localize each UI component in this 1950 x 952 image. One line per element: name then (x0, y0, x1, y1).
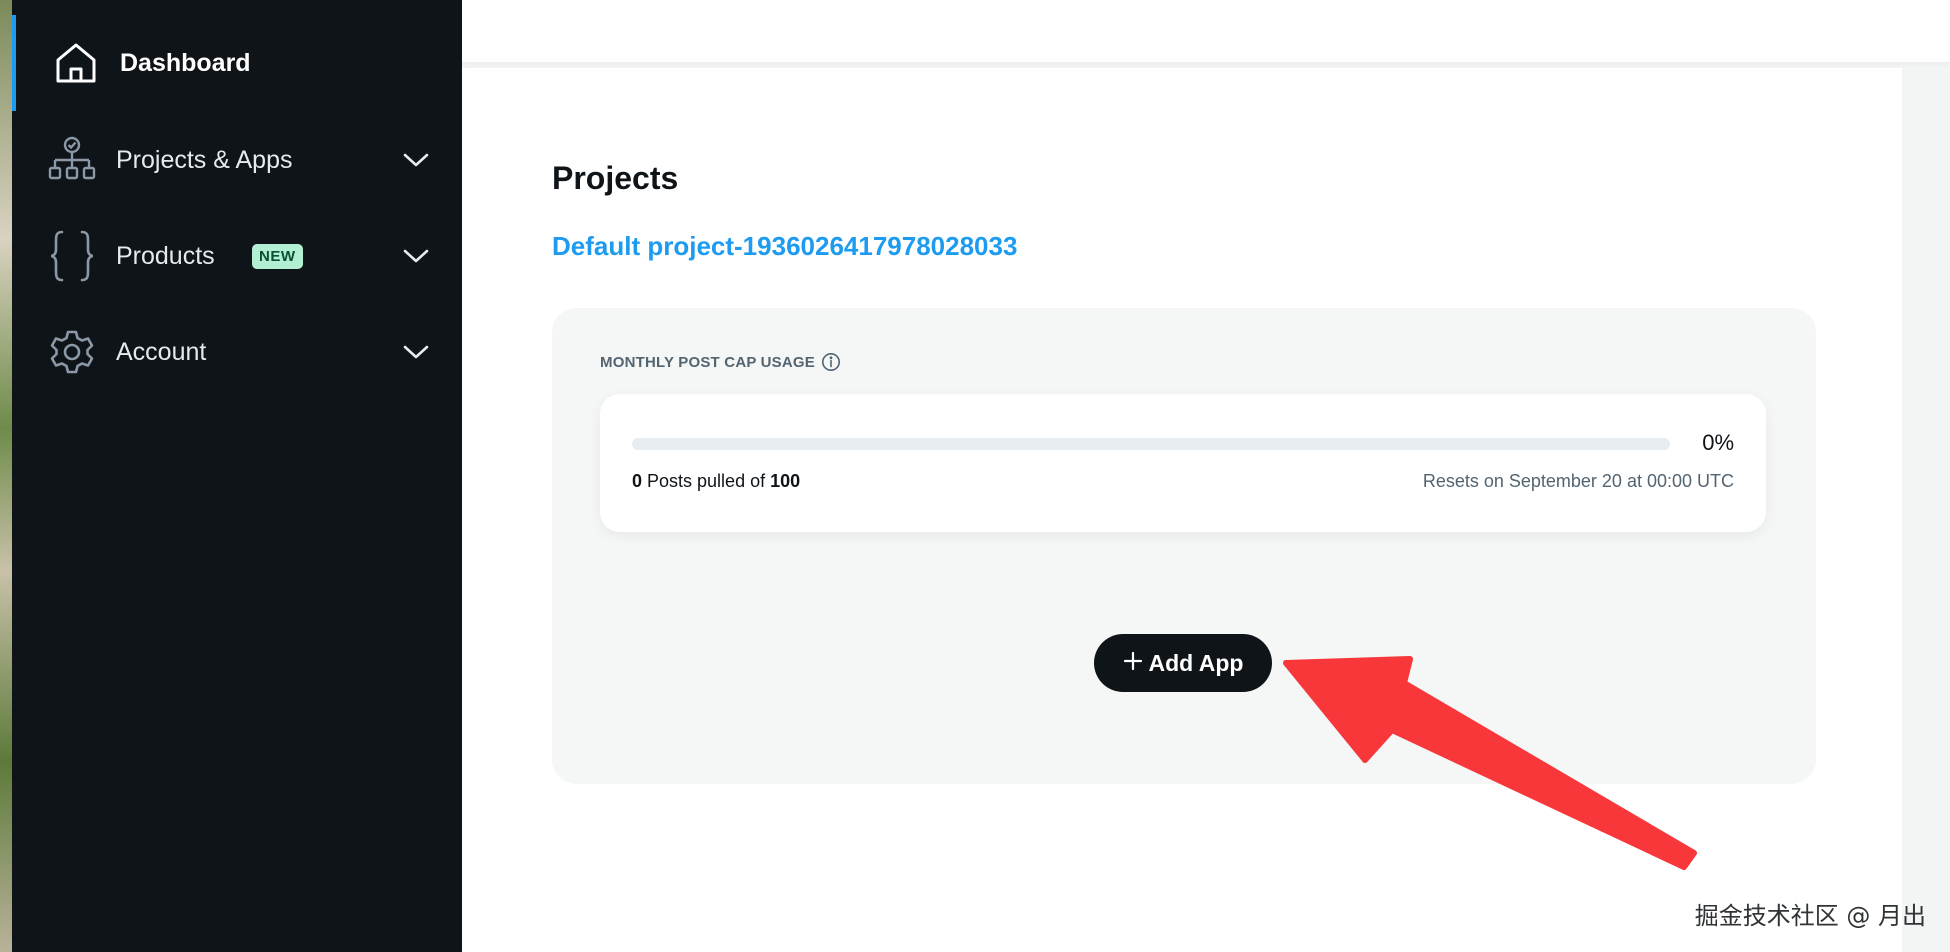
add-app-label: Add App (1148, 649, 1244, 676)
top-bar (462, 0, 1950, 62)
chevron-down-icon[interactable] (396, 236, 436, 276)
info-icon[interactable] (821, 352, 841, 372)
chevron-down-icon[interactable] (396, 140, 436, 180)
sidebar-item-projects-apps[interactable]: Projects & Apps (12, 112, 462, 208)
usage-box: 0% 0 Posts pulled of 100 Resets on Septe… (600, 394, 1766, 532)
reset-date-text: Resets on September 20 at 00:00 UTC (1422, 471, 1734, 491)
sidebar-item-label: Projects & Apps (116, 145, 293, 174)
usage-heading: MONTHLY POST CAP USAGE (600, 352, 841, 372)
posts-cap-count: 100 (770, 471, 801, 491)
red-arrow-annotation (1283, 656, 1697, 870)
page-title: Projects (552, 160, 679, 196)
sidebar-item-label: Account (116, 337, 207, 366)
home-icon (48, 35, 104, 91)
braces-icon (44, 228, 100, 284)
plus-icon (1123, 650, 1143, 677)
sitemap-icon (44, 132, 100, 188)
gear-icon (44, 324, 100, 380)
watermark: 掘金技术社区 @ 月出 (1694, 902, 1926, 930)
posts-pulled-count: 0 (632, 471, 643, 491)
sidebar-item-label: Dashboard (120, 48, 251, 77)
sidebar: Dashboard Projects & Apps Products NEW A… (12, 0, 462, 952)
usage-heading-text: MONTHLY POST CAP USAGE (600, 353, 815, 371)
add-app-button[interactable]: Add App (1094, 634, 1272, 692)
project-link[interactable]: Default project-1936026417978028033 (552, 231, 1017, 262)
sidebar-item-products[interactable]: Products NEW (12, 208, 462, 304)
new-badge: NEW (252, 243, 303, 269)
posts-pulled-text: 0 Posts pulled of 100 (632, 471, 800, 492)
background-strip (0, 0, 12, 952)
chevron-down-icon[interactable] (396, 332, 436, 372)
usage-percent: 0% (1702, 430, 1734, 455)
sidebar-item-dashboard[interactable]: Dashboard (12, 15, 462, 111)
posts-pulled-label: Posts pulled of (642, 471, 771, 491)
sidebar-item-account[interactable]: Account (12, 304, 462, 400)
sidebar-item-label: Products (116, 241, 215, 270)
usage-progress-bar (632, 438, 1670, 450)
